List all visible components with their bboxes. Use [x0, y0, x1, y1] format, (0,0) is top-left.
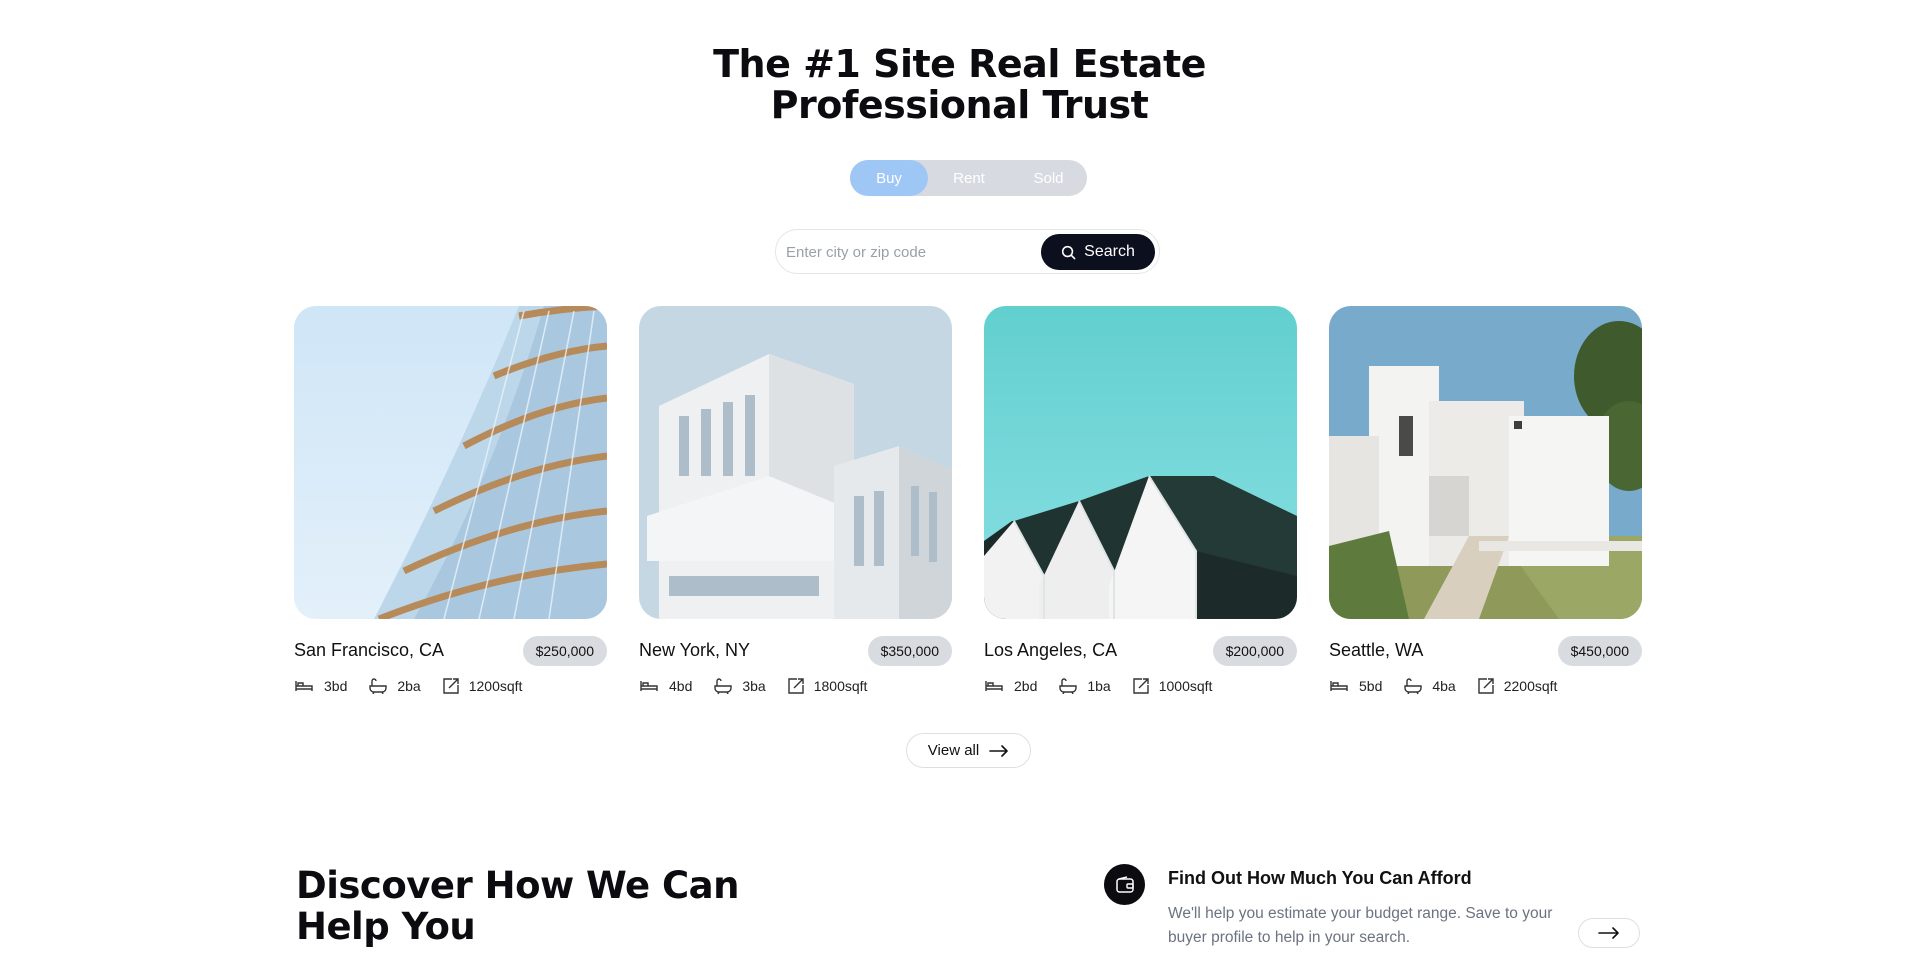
- view-all-label: View all: [927, 742, 980, 759]
- listing-photo: [294, 306, 607, 619]
- area-icon: [1133, 678, 1149, 694]
- area-spec: 2200sqft: [1478, 678, 1557, 694]
- toggle-rent[interactable]: Rent: [928, 160, 1010, 196]
- listing-card[interactable]: New York, NY $350,000 4bd 3ba 1800sqft: [639, 306, 952, 694]
- afford-arrow-button[interactable]: [1578, 918, 1640, 948]
- baths-spec: 3ba: [714, 678, 766, 694]
- listing-card[interactable]: Los Angeles, CA $200,000 2bd 1ba 1000sqf…: [984, 306, 1297, 694]
- listing-city: Los Angeles, CA: [984, 640, 1118, 660]
- listing-photo: [639, 306, 952, 619]
- listing-city: San Francisco, CA: [294, 640, 445, 660]
- area-spec: 1800sqft: [788, 678, 867, 694]
- discover-title-line2: Help You: [296, 905, 476, 948]
- view-all-button[interactable]: View all: [906, 733, 1031, 768]
- bath-icon: [1059, 678, 1078, 694]
- listing-photo: [1329, 306, 1642, 619]
- search-bar: Search: [775, 229, 1160, 274]
- search-button-label: Search: [1084, 243, 1135, 260]
- wallet-icon: [1104, 864, 1145, 905]
- listing-city: New York, NY: [639, 640, 751, 660]
- afford-title: Find Out How Much You Can Afford: [1168, 868, 1472, 888]
- arrow-right-icon: [1598, 927, 1619, 939]
- bed-icon: [295, 681, 313, 691]
- area-spec: 1200sqft: [443, 678, 522, 694]
- hero-title: The #1 Site Real Estate Professional Tru…: [0, 44, 1919, 126]
- baths-spec: 2ba: [369, 678, 421, 694]
- listing-city: Seattle, WA: [1329, 640, 1424, 660]
- discover-title-line1: Discover How We Can: [296, 864, 740, 907]
- price-badge: $450,000: [1557, 636, 1642, 666]
- beds-spec: 3bd: [294, 678, 347, 694]
- search-icon: [1062, 245, 1076, 259]
- bed-icon: [985, 681, 1003, 691]
- baths-spec: 1ba: [1059, 678, 1111, 694]
- search-button[interactable]: Search: [1041, 234, 1155, 270]
- price-badge: $250,000: [522, 636, 607, 666]
- area-icon: [443, 678, 459, 694]
- beds-spec: 2bd: [984, 678, 1037, 694]
- area-spec: 1000sqft: [1133, 678, 1212, 694]
- afford-description: We'll help you estimate your budget rang…: [1168, 905, 1553, 946]
- hero-title-line2: Professional Trust: [770, 83, 1149, 127]
- baths-spec: 4ba: [1404, 678, 1456, 694]
- bath-icon: [1404, 678, 1423, 694]
- listing-card[interactable]: Seattle, WA $450,000 5bd 4ba 2200sqft: [1329, 306, 1642, 694]
- area-icon: [788, 678, 804, 694]
- price-badge: $350,000: [867, 636, 952, 666]
- bath-icon: [369, 678, 388, 694]
- bed-icon: [1330, 681, 1348, 691]
- price-badge: $200,000: [1212, 636, 1297, 666]
- toggle-buy[interactable]: Buy: [850, 160, 928, 196]
- listing-type-toggle: Buy Rent Sold: [850, 160, 1087, 196]
- toggle-sold[interactable]: Sold: [1010, 160, 1087, 196]
- search-input[interactable]: [786, 238, 1036, 266]
- listings-grid: San Francisco, CA $250,000 3bd 2ba 1200s…: [294, 306, 1642, 706]
- listing-photo: [984, 306, 1297, 619]
- bath-icon: [714, 678, 733, 694]
- listing-card[interactable]: San Francisco, CA $250,000 3bd 2ba 1200s…: [294, 306, 607, 694]
- bed-icon: [640, 681, 658, 691]
- beds-spec: 5bd: [1329, 678, 1382, 694]
- arrow-right-icon: [989, 744, 1009, 757]
- discover-title: Discover How We Can Help You: [296, 864, 740, 948]
- beds-spec: 4bd: [639, 678, 692, 694]
- area-icon: [1478, 678, 1494, 694]
- hero-title-line1: The #1 Site Real Estate: [713, 42, 1206, 86]
